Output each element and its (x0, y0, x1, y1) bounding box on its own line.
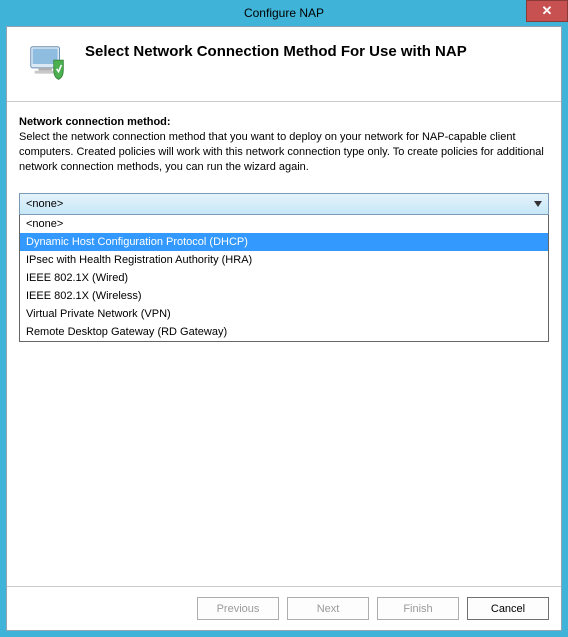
wizard-window: Configure NAP ✕ Select Network Connectio… (0, 0, 568, 637)
connection-method-combo-wrapper: <none> <none>Dynamic Host Configuration … (19, 193, 549, 342)
footer: Previous Next Finish Cancel (7, 586, 561, 630)
connection-method-combo[interactable]: <none> (19, 193, 549, 215)
window-title: Configure NAP (0, 6, 568, 20)
close-icon: ✕ (542, 3, 553, 19)
dropdown-option[interactable]: IEEE 802.1X (Wireless) (20, 287, 548, 305)
dropdown-option[interactable]: IEEE 802.1X (Wired) (20, 269, 548, 287)
cancel-button[interactable]: Cancel (467, 597, 549, 620)
dropdown-option[interactable]: Remote Desktop Gateway (RD Gateway) (20, 323, 548, 341)
close-button[interactable]: ✕ (526, 0, 568, 22)
dropdown-option[interactable]: Dynamic Host Configuration Protocol (DHC… (20, 233, 548, 251)
combo-selected-value: <none> (26, 198, 63, 210)
header: Select Network Connection Method For Use… (7, 27, 561, 95)
finish-button[interactable]: Finish (377, 597, 459, 620)
dropdown-option[interactable]: IPsec with Health Registration Authority… (20, 251, 548, 269)
previous-button[interactable]: Previous (197, 597, 279, 620)
dropdown-option[interactable]: <none> (20, 215, 548, 233)
dropdown-option[interactable]: Virtual Private Network (VPN) (20, 305, 548, 323)
section-label: Network connection method: (19, 116, 549, 128)
next-button[interactable]: Next (287, 597, 369, 620)
chevron-down-icon (532, 198, 544, 210)
section-description: Select the network connection method tha… (19, 130, 549, 175)
titlebar: Configure NAP ✕ (0, 0, 568, 26)
content-panel: Select Network Connection Method For Use… (6, 26, 562, 631)
page-title: Select Network Connection Method For Use… (85, 41, 467, 60)
body: Network connection method: Select the ne… (7, 102, 561, 586)
connection-method-dropdown[interactable]: <none>Dynamic Host Configuration Protoco… (19, 215, 549, 342)
monitor-shield-icon (25, 41, 71, 87)
